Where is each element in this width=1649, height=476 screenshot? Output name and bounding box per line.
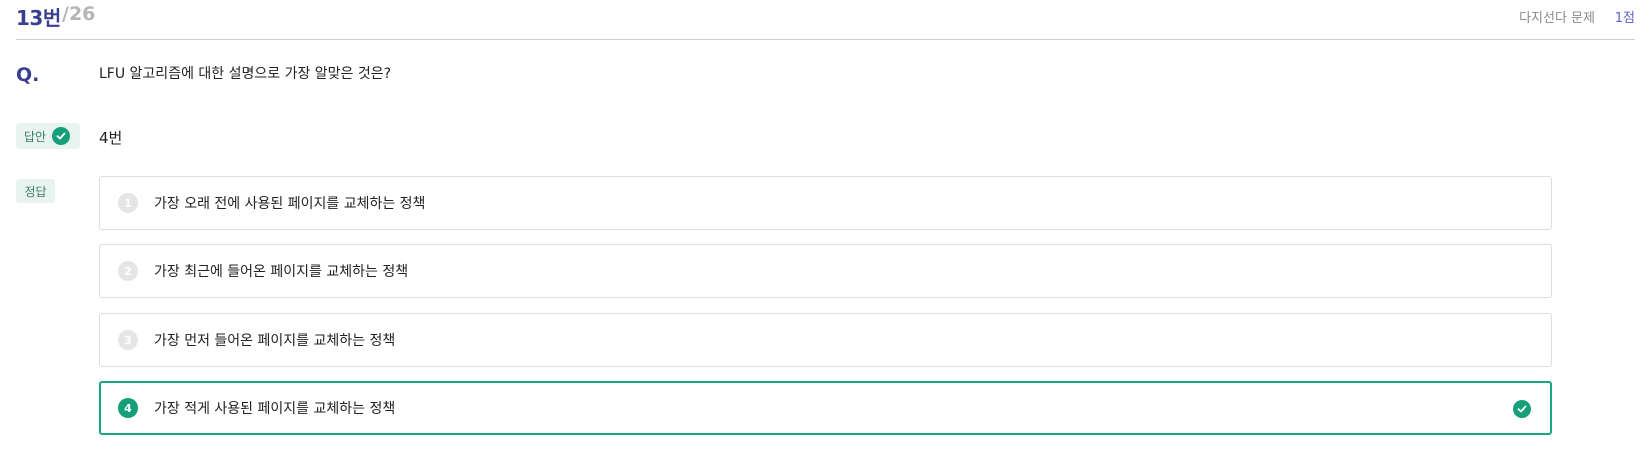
option-text: 가장 적게 사용된 페이지를 교체하는 정책 bbox=[154, 401, 396, 417]
option-number: 4 bbox=[118, 398, 138, 418]
question-mark: Q. bbox=[16, 64, 40, 86]
option-1[interactable]: 1 가장 오래 전에 사용된 페이지를 교체하는 정책 bbox=[99, 176, 1552, 230]
correct-tag-label: 정답 bbox=[24, 184, 47, 199]
check-circle-icon bbox=[1513, 400, 1531, 418]
option-number: 3 bbox=[118, 330, 138, 350]
option-text: 가장 최근에 들어온 페이지를 교체하는 정책 bbox=[154, 264, 409, 280]
option-number: 2 bbox=[118, 261, 138, 281]
answer-tag: 답안 bbox=[16, 123, 80, 149]
answer-tag-label: 답안 bbox=[24, 129, 47, 144]
question-type: 다지선다 문제 bbox=[1519, 11, 1595, 26]
question-number: 13번 bbox=[16, 6, 61, 30]
option-text: 가장 먼저 들어온 페이지를 교체하는 정책 bbox=[154, 333, 396, 349]
question-header: 13번 /26 다지선다 문제 1점 bbox=[16, 0, 1635, 40]
check-circle-icon bbox=[52, 127, 71, 145]
option-number: 1 bbox=[118, 193, 138, 213]
option-text: 가장 오래 전에 사용된 페이지를 교체하는 정책 bbox=[154, 196, 426, 212]
submitted-answer: 4번 bbox=[99, 129, 123, 147]
question-text: LFU 알고리즘에 대한 설명으로 가장 알맞은 것은? bbox=[99, 66, 392, 82]
correct-answer-tag: 정답 bbox=[16, 179, 55, 203]
question-total: /26 bbox=[62, 3, 96, 25]
option-2[interactable]: 2 가장 최근에 들어온 페이지를 교체하는 정책 bbox=[99, 244, 1552, 298]
option-3[interactable]: 3 가장 먼저 들어온 페이지를 교체하는 정책 bbox=[99, 313, 1552, 367]
option-4-correct[interactable]: 4 가장 적게 사용된 페이지를 교체하는 정책 bbox=[99, 381, 1552, 435]
question-points: 1점 bbox=[1614, 11, 1635, 26]
